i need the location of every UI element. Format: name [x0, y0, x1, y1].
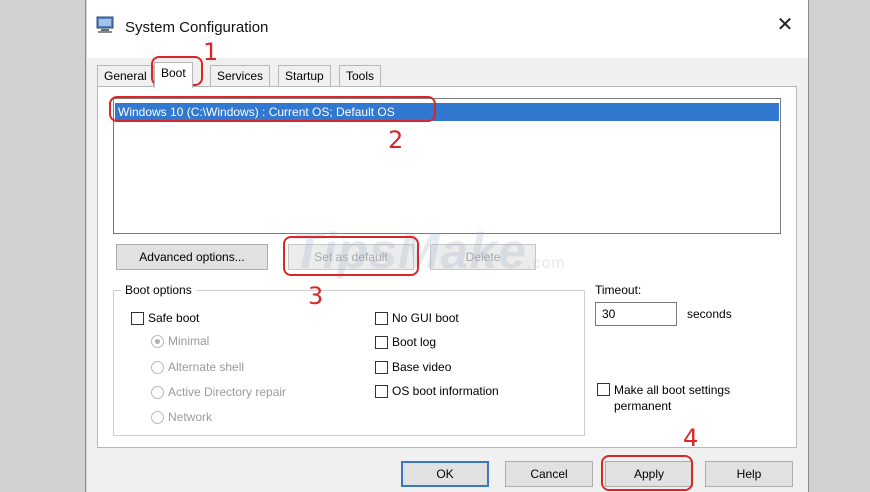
annotation-number-3: 3	[308, 282, 324, 310]
annotation-number-2: 2	[388, 126, 404, 154]
title-bar: System Configuration ✕	[87, 0, 808, 58]
base-video-checkbox[interactable]: Base video	[375, 360, 451, 374]
os-list-item[interactable]: Windows 10 (C:\Windows) : Current OS; De…	[115, 103, 779, 121]
window-title: System Configuration	[125, 19, 269, 36]
radio-network-label: Network	[168, 410, 213, 424]
checkbox-box	[597, 383, 610, 396]
timeout-label: Timeout:	[595, 283, 642, 297]
system-configuration-dialog: System Configuration ✕ General Boot Serv…	[87, 0, 808, 492]
delete-button[interactable]: Delete	[430, 244, 536, 270]
checkbox-box	[131, 311, 144, 325]
base-video-label: Base video	[392, 360, 452, 374]
radio-dot	[151, 334, 164, 348]
annotation-number-1: 1	[203, 38, 219, 66]
safe-boot-checkbox[interactable]: Safe boot	[131, 311, 199, 325]
timeout-unit: seconds	[687, 307, 732, 321]
tab-tools[interactable]: Tools	[339, 65, 382, 87]
checkbox-box	[375, 335, 388, 349]
radio-active-directory-repair[interactable]: Active Directory repair	[151, 385, 286, 399]
radio-dot	[151, 410, 164, 424]
boot-options-title: Boot options	[121, 283, 196, 297]
help-button[interactable]: Help	[705, 461, 793, 487]
annotation-number-4: 4	[683, 424, 699, 452]
radio-minimal[interactable]: Minimal	[151, 334, 209, 348]
make-permanent-label: Make all boot settings permanent	[614, 382, 730, 414]
no-gui-boot-checkbox[interactable]: No GUI boot	[375, 311, 459, 325]
background-right-panel	[808, 0, 870, 492]
advanced-options-button[interactable]: Advanced options...	[116, 244, 268, 270]
os-list[interactable]: Windows 10 (C:\Windows) : Current OS; De…	[113, 98, 781, 234]
checkbox-box	[375, 311, 388, 325]
tab-services[interactable]: Services	[210, 65, 271, 87]
radio-dot	[151, 385, 164, 399]
make-permanent-line2: permanent	[614, 399, 672, 413]
os-boot-information-checkbox[interactable]: OS boot information	[375, 384, 499, 398]
os-boot-information-label: OS boot information	[392, 384, 499, 398]
no-gui-boot-label: No GUI boot	[392, 311, 459, 325]
close-icon[interactable]: ✕	[771, 12, 799, 38]
radio-network[interactable]: Network	[151, 410, 212, 424]
tab-boot[interactable]: Boot	[154, 62, 193, 88]
ok-button[interactable]: OK	[401, 461, 489, 487]
make-permanent-line1: Make all boot settings	[614, 383, 731, 397]
cancel-button[interactable]: Cancel	[505, 461, 593, 487]
radio-minimal-label: Minimal	[168, 334, 210, 348]
timeout-input[interactable]: 30	[595, 302, 677, 326]
checkbox-box	[375, 360, 388, 374]
background-left-panel	[0, 0, 86, 492]
radio-alternate-shell[interactable]: Alternate shell	[151, 360, 244, 374]
radio-alternate-shell-label: Alternate shell	[168, 360, 245, 374]
safe-boot-label: Safe boot	[148, 311, 200, 325]
make-permanent-checkbox[interactable]: Make all boot settings permanent	[597, 382, 730, 414]
checkbox-box	[375, 384, 388, 398]
tab-general[interactable]: General	[97, 65, 154, 87]
radio-dot	[151, 360, 164, 374]
system-configuration-icon	[96, 16, 114, 33]
apply-button[interactable]: Apply	[605, 461, 693, 487]
tab-startup[interactable]: Startup	[278, 65, 331, 87]
radio-active-directory-repair-label: Active Directory repair	[168, 385, 287, 399]
set-as-default-button[interactable]: Set as default	[288, 244, 414, 270]
boot-log-label: Boot log	[392, 335, 437, 349]
boot-log-checkbox[interactable]: Boot log	[375, 335, 436, 349]
